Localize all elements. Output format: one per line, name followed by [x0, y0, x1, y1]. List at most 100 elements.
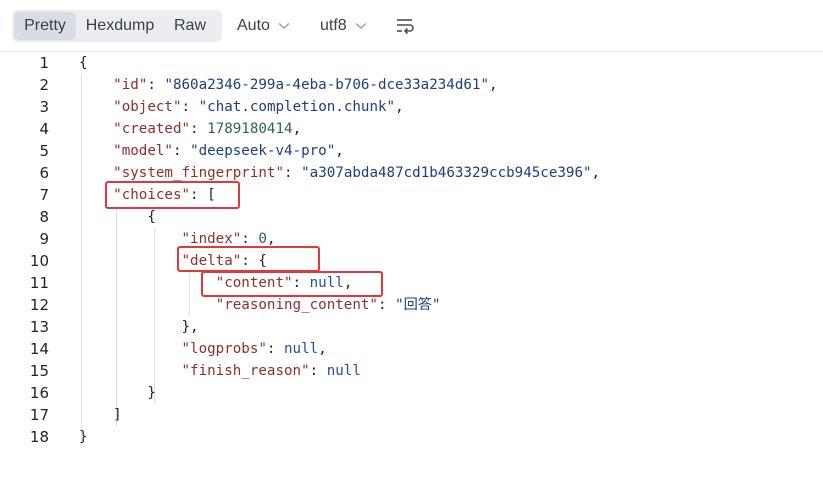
code-line: 11 "content": null,	[0, 272, 823, 294]
format-select-value: Auto	[237, 17, 270, 34]
line-number: 14	[29, 340, 49, 358]
json-punctuation: :	[181, 99, 199, 115]
json-punctuation: ,	[489, 77, 498, 93]
format-select[interactable]: Auto	[237, 10, 290, 42]
json-punctuation: {	[79, 55, 88, 71]
code-line: 14 "logprobs": null,	[0, 338, 823, 360]
code-text: "delta": {	[79, 250, 267, 272]
json-punctuation	[79, 143, 113, 159]
json-punctuation: ,	[591, 165, 601, 181]
code-line: 3 "object": "chat.completion.chunk",	[0, 96, 823, 118]
line-number: 17	[29, 406, 49, 424]
line-number: 2	[39, 76, 49, 94]
code-text: }	[79, 426, 88, 448]
json-punctuation	[79, 77, 113, 93]
encoding-select[interactable]: utf8	[320, 10, 367, 42]
line-number: 9	[39, 230, 49, 248]
line-number: 1	[39, 54, 49, 72]
json-key: "system_fingerprint"	[113, 165, 285, 181]
code-line: 1{	[0, 52, 823, 74]
line-number: 3	[39, 98, 49, 116]
code-text: "index": 0,	[79, 228, 276, 250]
code-text: "logprobs": null,	[79, 338, 327, 360]
code-line: 17 ]	[0, 404, 823, 426]
wrap-lines-icon[interactable]	[394, 14, 416, 36]
json-viewer: 1{2 "id": "860a2346-299a-4eba-b706-dce33…	[0, 52, 823, 452]
json-null: null	[326, 363, 361, 379]
json-number: 1789180414	[207, 121, 293, 137]
json-punctuation: }	[79, 429, 88, 445]
json-punctuation: ,	[395, 99, 404, 115]
json-punctuation: :	[284, 165, 302, 181]
view-mode-segmented-control: Pretty Hexdump Raw	[12, 10, 222, 42]
json-punctuation: :	[147, 77, 165, 93]
line-number: 5	[39, 142, 49, 160]
json-punctuation	[79, 297, 216, 313]
code-line: 5 "model": "deepseek-v4-pro",	[0, 140, 823, 162]
code-text: "choices": [	[79, 184, 216, 206]
json-punctuation: :	[292, 275, 310, 291]
line-number: 11	[29, 274, 49, 292]
json-string: "a307abda487cd1b463329ccb945ce396"	[301, 165, 592, 181]
line-number: 6	[39, 164, 49, 182]
json-punctuation: :	[241, 231, 259, 247]
code-line: 15 "finish_reason": null	[0, 360, 823, 382]
json-string: "chat.completion.chunk"	[198, 99, 396, 115]
json-key: "content"	[215, 275, 293, 291]
code-line: 16 }	[0, 382, 823, 404]
code-line: 10 "delta": {	[0, 250, 823, 272]
code-text: }	[79, 382, 156, 404]
json-key: "id"	[113, 77, 148, 93]
line-number: 7	[39, 186, 49, 204]
json-key: "logprobs"	[181, 341, 267, 357]
json-punctuation: :	[190, 121, 208, 137]
json-punctuation	[79, 121, 113, 137]
code-text: ]	[79, 404, 122, 426]
code-text: "system_fingerprint": "a307abda487cd1b46…	[79, 162, 600, 184]
json-punctuation: ,	[318, 341, 327, 357]
code-text: "created": 1789180414,	[79, 118, 301, 140]
json-punctuation: :	[266, 341, 285, 357]
line-number: 4	[39, 120, 49, 138]
json-punctuation: : {	[241, 253, 267, 269]
line-number: 13	[29, 318, 49, 336]
tab-hexdump[interactable]: Hexdump	[76, 12, 164, 40]
json-key: "reasoning_content"	[215, 297, 378, 313]
json-punctuation: ]	[79, 407, 122, 423]
tab-pretty[interactable]: Pretty	[14, 12, 76, 40]
chevron-down-icon	[278, 17, 290, 35]
code-text: "finish_reason": null	[79, 360, 361, 382]
code-line: 8 {	[0, 206, 823, 228]
line-number: 12	[29, 296, 49, 314]
line-number: 15	[29, 362, 49, 380]
json-punctuation: ,	[343, 275, 353, 291]
tab-raw[interactable]: Raw	[164, 12, 216, 40]
code-text: {	[79, 206, 156, 228]
code-text: {	[79, 52, 88, 74]
line-number: 10	[29, 252, 49, 270]
json-punctuation: ,	[335, 143, 344, 159]
code-text: "model": "deepseek-v4-pro",	[79, 140, 344, 162]
line-number: 18	[29, 428, 49, 446]
json-punctuation	[79, 187, 113, 203]
json-key: "index"	[181, 231, 242, 247]
encoding-select-value: utf8	[320, 17, 347, 34]
json-number: 0	[258, 231, 267, 247]
code-line: 18}	[0, 426, 823, 448]
json-punctuation: : [	[190, 187, 216, 203]
line-number: 16	[29, 384, 49, 402]
json-punctuation: :	[309, 363, 327, 379]
json-key: "model"	[113, 143, 173, 159]
code-line: 9 "index": 0,	[0, 228, 823, 250]
code-line: 6 "system_fingerprint": "a307abda487cd1b…	[0, 162, 823, 184]
json-null: null	[309, 275, 344, 291]
code-line: 2 "id": "860a2346-299a-4eba-b706-dce33a2…	[0, 74, 823, 96]
json-punctuation: }	[79, 385, 156, 401]
code-line: 4 "created": 1789180414,	[0, 118, 823, 140]
json-string: "860a2346-299a-4eba-b706-dce33a234d61"	[164, 77, 490, 93]
json-punctuation: },	[79, 319, 199, 335]
json-punctuation: {	[79, 209, 156, 225]
json-punctuation	[79, 253, 182, 269]
json-punctuation	[79, 341, 182, 357]
json-key: "object"	[113, 99, 182, 115]
